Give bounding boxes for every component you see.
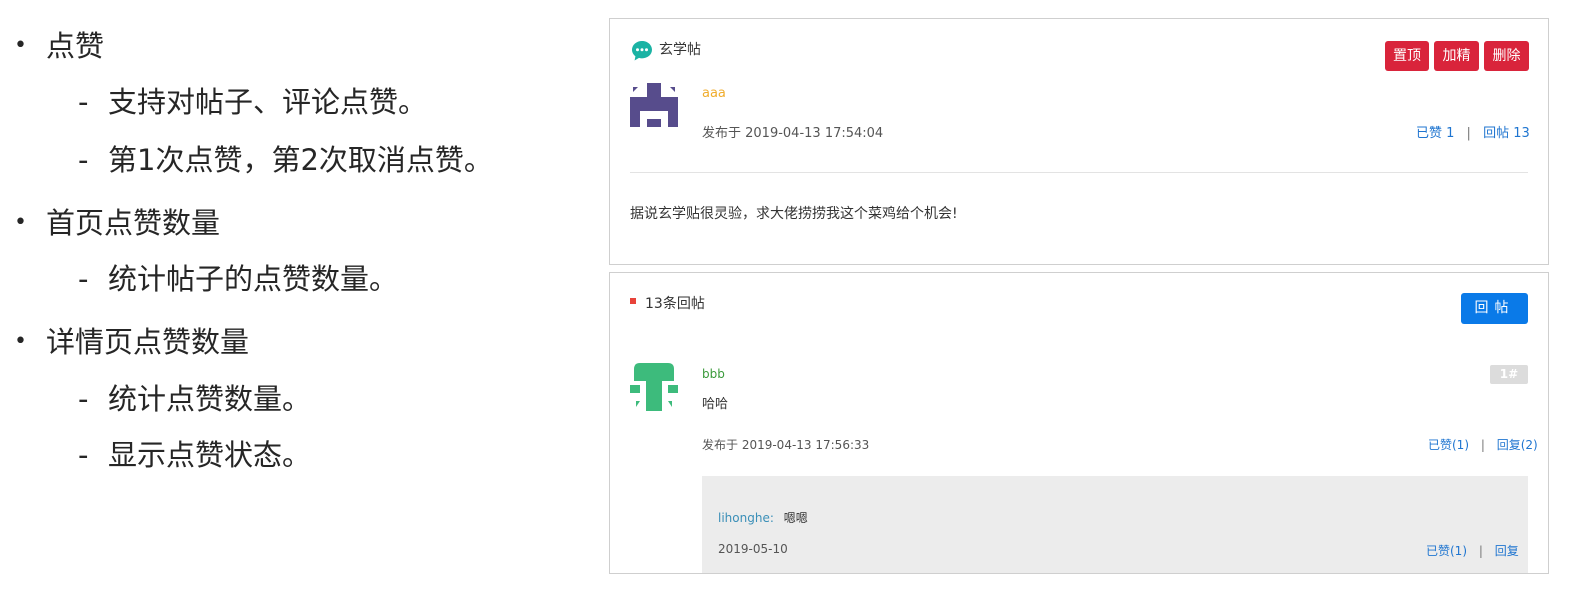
post-like-link[interactable]: 已赞 1	[1416, 126, 1454, 141]
reply-content: 哈哈	[702, 397, 729, 412]
reply-author[interactable]: bbb	[702, 367, 725, 381]
post-detail-card: 玄学帖 置顶 加精 删除 aaa 发布于 2019-04-13 17:54:04…	[609, 18, 1549, 265]
avatar[interactable]	[630, 83, 678, 127]
post-stats: 已赞 1 | 回帖 13	[1416, 126, 1530, 141]
reply-stats: 已赞(1) | 回复(2)	[1428, 438, 1538, 452]
replies-card: 13条回帖 回帖 bbb 1# 哈哈 发布于 2019-04-13 17:56:…	[609, 272, 1549, 574]
comment-reply-link[interactable]: 回复	[1495, 544, 1519, 558]
bullet: •	[14, 33, 27, 58]
delete-button[interactable]: 删除	[1484, 41, 1529, 71]
pin-top-button[interactable]: 置顶	[1385, 41, 1429, 71]
outline-subitem-label: 统计点赞数量。	[108, 382, 312, 416]
outline-item-label: 首页点赞数量	[46, 206, 221, 240]
outline-subitem: - 显示点赞状态。	[78, 438, 312, 472]
outline-subitem: - 统计帖子的点赞数量。	[78, 262, 399, 296]
comment-like-link[interactable]: 已赞(1)	[1426, 544, 1467, 558]
floor-badge: 1#	[1490, 365, 1528, 384]
outline-subitem-label: 第1次点赞，第2次取消点赞。	[108, 143, 493, 177]
outline-subitem: - 支持对帖子、评论点赞。	[78, 85, 428, 119]
reply-avatar[interactable]	[630, 363, 678, 411]
outline-subitem: - 第1次点赞，第2次取消点赞。	[78, 143, 493, 177]
comment-stats: 已赞(1) | 回复	[1426, 544, 1519, 558]
reply-published-time: 发布于 2019-04-13 17:56:33	[702, 438, 870, 452]
bullet: •	[14, 329, 27, 354]
reply-like-link[interactable]: 已赞(1)	[1428, 438, 1469, 452]
outline-item-label: 点赞	[46, 29, 105, 63]
chat-bubble-icon	[630, 39, 654, 63]
highlight-button[interactable]: 加精	[1434, 41, 1479, 71]
feature-outline: • 点赞 - 支持对帖子、评论点赞。 - 第1次点赞，第2次取消点赞。 • 首页点赞…	[0, 0, 600, 597]
reply-button[interactable]: 回帖	[1461, 293, 1528, 324]
section-marker	[630, 298, 636, 304]
post-replies-link[interactable]: 回帖 13	[1483, 126, 1530, 141]
reply-count: 13条回帖	[645, 296, 705, 312]
outline-subitem-label: 统计帖子的点赞数量。	[108, 262, 399, 296]
post-content: 据说玄学贴很灵验，求大佬捞捞我这个菜鸡给个机会!	[630, 206, 958, 222]
bullet: •	[14, 210, 27, 235]
reply-reply-link[interactable]: 回复(2)	[1497, 438, 1538, 452]
post-author[interactable]: aaa	[702, 86, 726, 101]
outline-item-label: 详情页点赞数量	[46, 325, 250, 359]
outline-subitem-label: 支持对帖子、评论点赞。	[108, 85, 428, 119]
comment-content: 嗯嗯	[783, 511, 808, 525]
post-published-time: 发布于 2019-04-13 17:54:04	[702, 126, 884, 141]
comment-author[interactable]: lihonghe:	[718, 511, 774, 525]
divider	[630, 172, 1528, 173]
comment-line: lihonghe: 嗯嗯	[718, 509, 808, 526]
outline-subitem-label: 显示点赞状态。	[108, 438, 312, 472]
outline-subitem: - 统计点赞数量。	[78, 382, 312, 416]
post-category: 玄学帖	[659, 42, 701, 58]
comment-date: 2019-05-10	[718, 542, 788, 556]
comment-box: lihonghe: 嗯嗯 2019-05-10 已赞(1) | 回复	[702, 476, 1528, 573]
